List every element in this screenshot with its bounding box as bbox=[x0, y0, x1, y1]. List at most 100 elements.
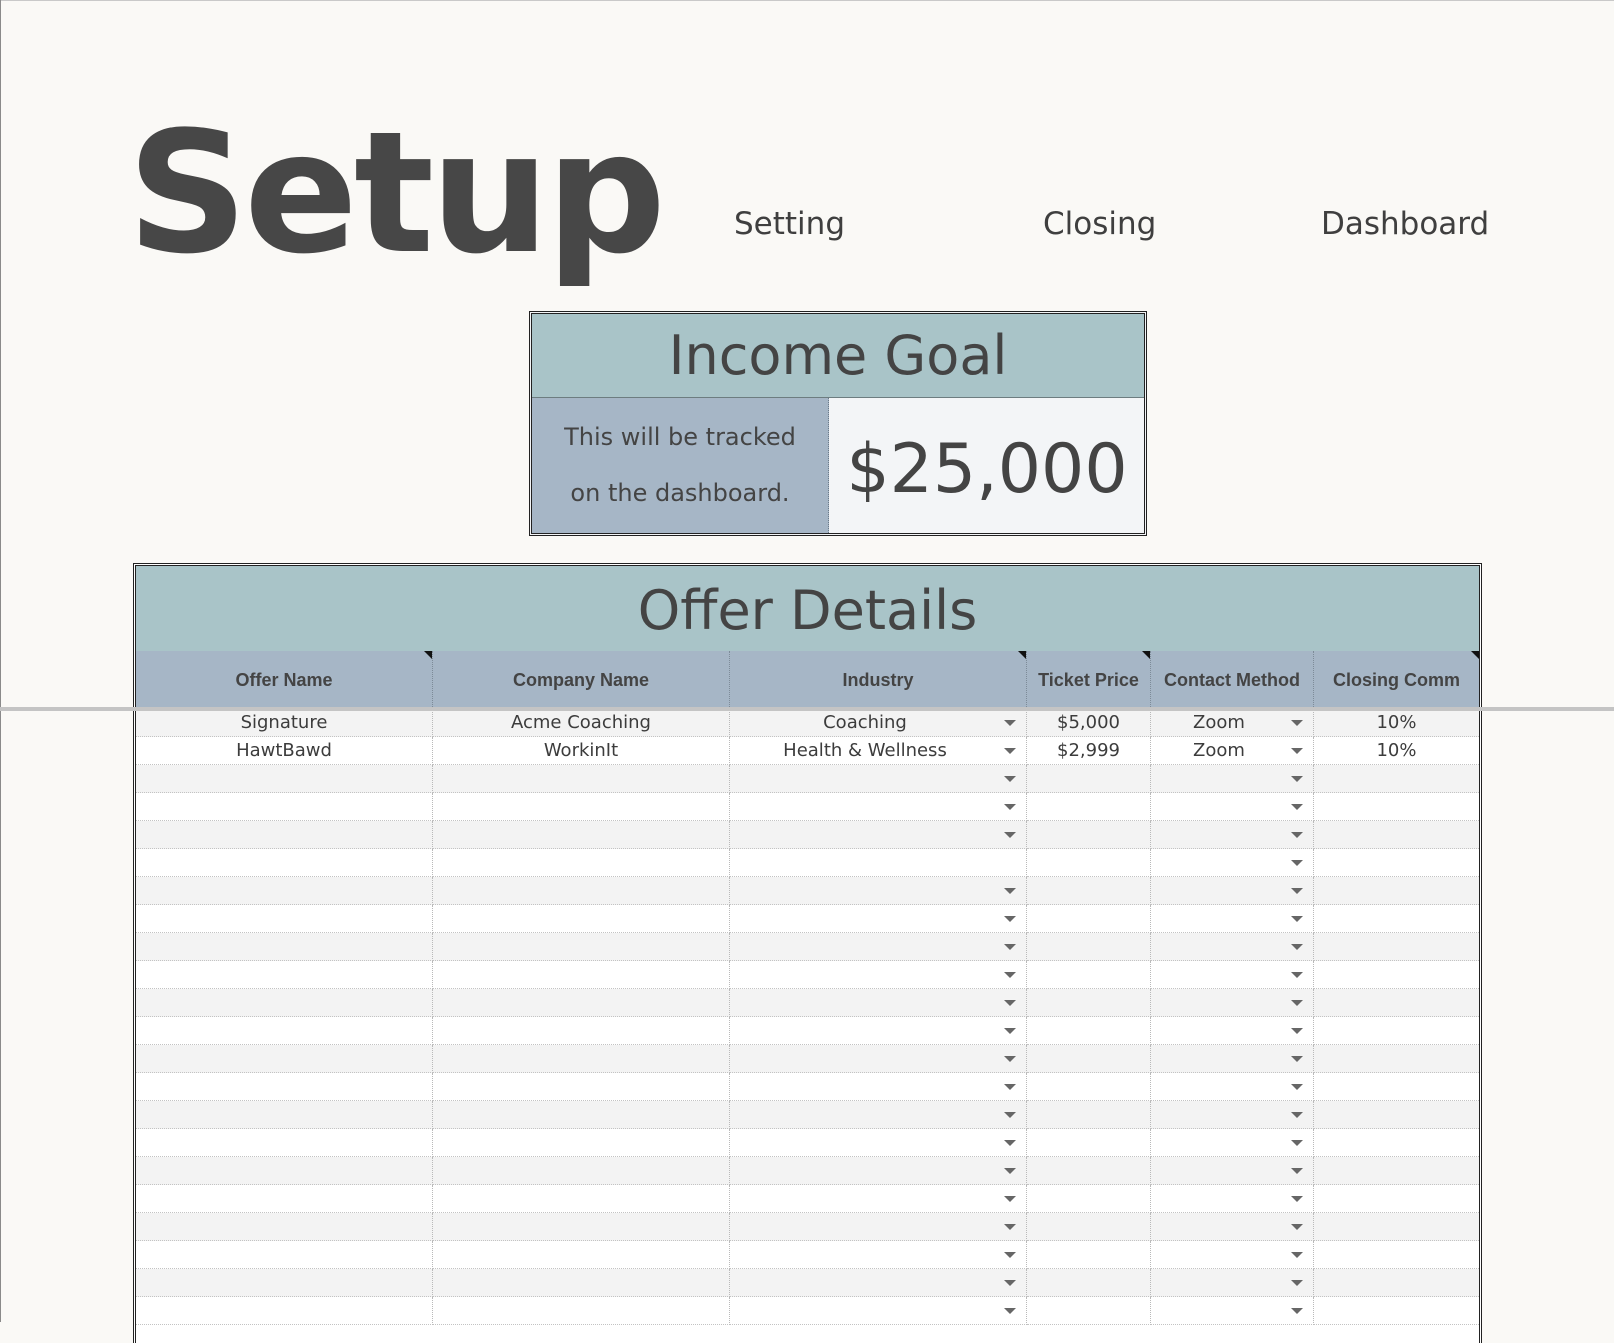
dropdown-arrow-icon[interactable] bbox=[1291, 1084, 1303, 1090]
cell-offer-name[interactable] bbox=[136, 905, 433, 933]
cell-contact-method[interactable] bbox=[1151, 1129, 1314, 1157]
cell-contact-method[interactable] bbox=[1151, 905, 1314, 933]
cell-company-name[interactable] bbox=[433, 793, 730, 821]
cell-company-name[interactable] bbox=[433, 1157, 730, 1185]
cell-company-name[interactable] bbox=[433, 1269, 730, 1297]
cell-contact-method[interactable] bbox=[1151, 1045, 1314, 1073]
cell-offer-name[interactable] bbox=[136, 1269, 433, 1297]
cell-contact-method[interactable] bbox=[1151, 849, 1314, 877]
cell-company-name[interactable] bbox=[433, 989, 730, 1017]
cell-closing-comm[interactable] bbox=[1314, 1073, 1479, 1101]
cell-offer-name[interactable] bbox=[136, 1157, 433, 1185]
dropdown-arrow-icon[interactable] bbox=[1004, 1252, 1016, 1258]
cell-company-name[interactable] bbox=[433, 1297, 730, 1325]
dropdown-arrow-icon[interactable] bbox=[1004, 804, 1016, 810]
cell-ticket-price[interactable] bbox=[1027, 821, 1151, 849]
cell-ticket-price[interactable] bbox=[1027, 765, 1151, 793]
dropdown-arrow-icon[interactable] bbox=[1004, 1280, 1016, 1286]
cell-offer-name[interactable] bbox=[136, 849, 433, 877]
dropdown-arrow-icon[interactable] bbox=[1004, 1056, 1016, 1062]
cell-company-name[interactable] bbox=[433, 765, 730, 793]
cell-closing-comm[interactable] bbox=[1314, 1129, 1479, 1157]
dropdown-arrow-icon[interactable] bbox=[1291, 944, 1303, 950]
cell-contact-method[interactable] bbox=[1151, 1157, 1314, 1185]
cell-contact-method[interactable] bbox=[1151, 933, 1314, 961]
cell-contact-method[interactable] bbox=[1151, 821, 1314, 849]
cell-industry[interactable] bbox=[730, 1073, 1027, 1101]
cell-offer-name[interactable] bbox=[136, 877, 433, 905]
cell-ticket-price[interactable] bbox=[1027, 1157, 1151, 1185]
cell-closing-comm[interactable] bbox=[1314, 1241, 1479, 1269]
cell-company-name[interactable] bbox=[433, 849, 730, 877]
cell-ticket-price[interactable] bbox=[1027, 1269, 1151, 1297]
cell-industry[interactable] bbox=[730, 1297, 1027, 1325]
dropdown-arrow-icon[interactable] bbox=[1291, 1196, 1303, 1202]
cell-company-name[interactable] bbox=[433, 961, 730, 989]
cell-ticket-price[interactable] bbox=[1027, 1241, 1151, 1269]
cell-closing-comm[interactable] bbox=[1314, 1045, 1479, 1073]
dropdown-arrow-icon[interactable] bbox=[1004, 832, 1016, 838]
cell-offer-name[interactable] bbox=[136, 765, 433, 793]
cell-company-name[interactable] bbox=[433, 1073, 730, 1101]
cell-ticket-price[interactable] bbox=[1027, 1297, 1151, 1325]
dropdown-arrow-icon[interactable] bbox=[1004, 1168, 1016, 1174]
cell-offer-name[interactable] bbox=[136, 1045, 433, 1073]
dropdown-arrow-icon[interactable] bbox=[1291, 804, 1303, 810]
cell-industry[interactable] bbox=[730, 1129, 1027, 1157]
dropdown-arrow-icon[interactable] bbox=[1291, 832, 1303, 838]
cell-industry[interactable] bbox=[730, 1101, 1027, 1129]
dropdown-arrow-icon[interactable] bbox=[1004, 720, 1016, 726]
cell-ticket-price[interactable] bbox=[1027, 1129, 1151, 1157]
cell-closing-comm[interactable] bbox=[1314, 765, 1479, 793]
cell-closing-comm[interactable] bbox=[1314, 1101, 1479, 1129]
nav-link-setting[interactable]: Setting bbox=[734, 206, 845, 242]
dropdown-arrow-icon[interactable] bbox=[1291, 1224, 1303, 1230]
cell-offer-name[interactable] bbox=[136, 1241, 433, 1269]
cell-contact-method[interactable]: Zoom bbox=[1151, 737, 1314, 765]
cell-ticket-price[interactable] bbox=[1027, 1101, 1151, 1129]
cell-company-name[interactable] bbox=[433, 1213, 730, 1241]
cell-closing-comm[interactable] bbox=[1314, 1213, 1479, 1241]
cell-offer-name[interactable]: Signature bbox=[136, 709, 433, 737]
dropdown-arrow-icon[interactable] bbox=[1004, 944, 1016, 950]
cell-offer-name[interactable] bbox=[136, 1129, 433, 1157]
cell-industry[interactable] bbox=[730, 877, 1027, 905]
cell-ticket-price[interactable] bbox=[1027, 1017, 1151, 1045]
cell-offer-name[interactable] bbox=[136, 1213, 433, 1241]
cell-ticket-price[interactable] bbox=[1027, 1073, 1151, 1101]
cell-contact-method[interactable] bbox=[1151, 961, 1314, 989]
column-header-closing-comm[interactable]: Closing Comm bbox=[1314, 651, 1479, 709]
cell-ticket-price[interactable] bbox=[1027, 1185, 1151, 1213]
cell-closing-comm[interactable] bbox=[1314, 989, 1479, 1017]
cell-industry[interactable] bbox=[730, 1157, 1027, 1185]
dropdown-arrow-icon[interactable] bbox=[1004, 748, 1016, 754]
cell-contact-method[interactable] bbox=[1151, 1185, 1314, 1213]
cell-closing-comm[interactable] bbox=[1314, 1185, 1479, 1213]
cell-offer-name[interactable]: HawtBawd bbox=[136, 737, 433, 765]
cell-contact-method[interactable] bbox=[1151, 1101, 1314, 1129]
dropdown-arrow-icon[interactable] bbox=[1291, 1056, 1303, 1062]
cell-ticket-price[interactable]: $2,999 bbox=[1027, 737, 1151, 765]
dropdown-arrow-icon[interactable] bbox=[1291, 1000, 1303, 1006]
frozen-row-divider[interactable] bbox=[0, 707, 1614, 711]
cell-closing-comm[interactable] bbox=[1314, 961, 1479, 989]
cell-company-name[interactable] bbox=[433, 1101, 730, 1129]
cell-closing-comm[interactable] bbox=[1314, 877, 1479, 905]
column-header-ticket-price[interactable]: Ticket Price bbox=[1027, 651, 1151, 709]
cell-industry[interactable] bbox=[730, 821, 1027, 849]
dropdown-arrow-icon[interactable] bbox=[1004, 972, 1016, 978]
cell-ticket-price[interactable] bbox=[1027, 793, 1151, 821]
cell-closing-comm[interactable] bbox=[1314, 1269, 1479, 1297]
cell-closing-comm[interactable] bbox=[1314, 793, 1479, 821]
cell-contact-method[interactable] bbox=[1151, 1241, 1314, 1269]
cell-ticket-price[interactable] bbox=[1027, 933, 1151, 961]
cell-ticket-price[interactable] bbox=[1027, 1045, 1151, 1073]
dropdown-arrow-icon[interactable] bbox=[1004, 916, 1016, 922]
cell-industry[interactable] bbox=[730, 1269, 1027, 1297]
dropdown-arrow-icon[interactable] bbox=[1004, 1000, 1016, 1006]
cell-offer-name[interactable] bbox=[136, 1101, 433, 1129]
cell-closing-comm[interactable] bbox=[1314, 821, 1479, 849]
dropdown-arrow-icon[interactable] bbox=[1291, 1140, 1303, 1146]
cell-company-name[interactable] bbox=[433, 1129, 730, 1157]
cell-industry[interactable] bbox=[730, 1017, 1027, 1045]
